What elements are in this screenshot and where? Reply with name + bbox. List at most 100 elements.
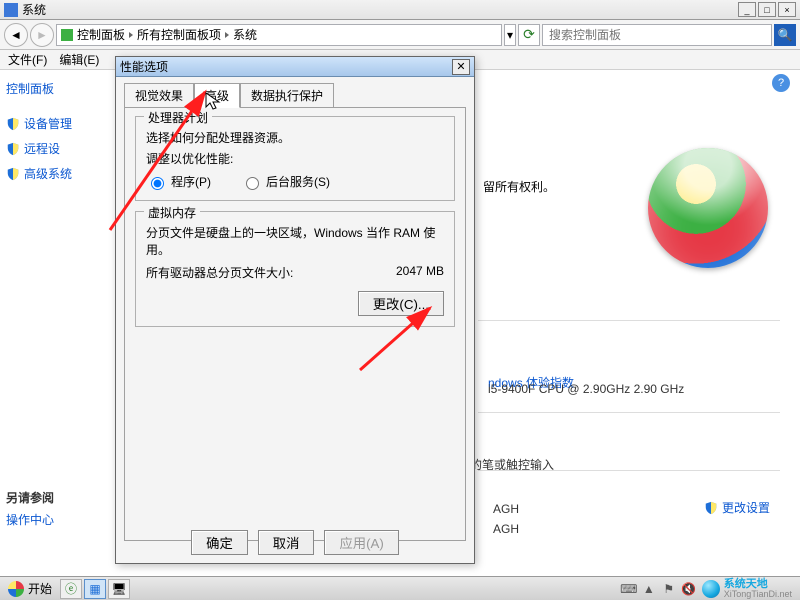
watermark-logo: 系统天地 XiTongTianDi.net bbox=[702, 579, 792, 599]
virtual-memory-group: 虚拟内存 分页文件是硬盘上的一块区域，Windows 当作 RAM 使用。 所有… bbox=[135, 211, 455, 327]
taskbar-app-3[interactable]: 🖥 bbox=[108, 579, 130, 599]
window-titlebar: 系统 _ □ × bbox=[0, 0, 800, 20]
shield-icon bbox=[6, 167, 20, 181]
breadcrumb-dropdown[interactable]: ▾ bbox=[504, 24, 516, 46]
breadcrumb[interactable]: 控制面板 所有控制面板项 系统 bbox=[56, 24, 502, 46]
remote-settings-link[interactable]: 远程设 bbox=[4, 136, 82, 161]
action-center-link[interactable]: 操作中心 bbox=[6, 511, 54, 528]
forward-icon: ► bbox=[36, 28, 48, 42]
processor-scheduling-title: 处理器计划 bbox=[144, 109, 212, 126]
apply-button[interactable]: 应用(A) bbox=[324, 530, 398, 555]
dialog-tabs: 视觉效果 高级 数据执行保护 bbox=[116, 77, 474, 107]
separator bbox=[478, 320, 780, 321]
windows-logo-icon bbox=[648, 148, 768, 268]
help-button[interactable]: ? bbox=[772, 74, 790, 92]
radio-programs-label: 程序(P) bbox=[171, 173, 211, 190]
control-panel-icon bbox=[61, 29, 73, 41]
window-controls: _ □ × bbox=[736, 2, 796, 17]
separator bbox=[478, 470, 780, 471]
radio-services-label: 后台服务(S) bbox=[266, 173, 330, 190]
radio-programs-input[interactable] bbox=[151, 177, 164, 190]
explorer-navbar: ◄ ► 控制面板 所有控制面板项 系统 ▾ ⟳ 🔍 bbox=[0, 20, 800, 50]
shield-icon bbox=[6, 117, 20, 131]
radio-services[interactable]: 后台服务(S) bbox=[241, 173, 330, 190]
rights-text: 留所有权利。 bbox=[483, 178, 555, 195]
vm-total-row: 所有驱动器总分页文件大小: 2047 MB bbox=[146, 264, 444, 281]
dialog-title: 性能选项 bbox=[120, 58, 168, 75]
processor-scheduling-desc: 选择如何分配处理器资源。 bbox=[146, 129, 444, 146]
back-button[interactable]: ◄ bbox=[4, 23, 28, 47]
back-icon: ◄ bbox=[10, 28, 22, 42]
app-icon bbox=[4, 3, 18, 17]
advanced-system-label: 高级系统 bbox=[24, 165, 72, 182]
system-icon: ▦ bbox=[89, 582, 100, 596]
dialog-button-row: 确定 取消 应用(A) bbox=[116, 530, 474, 555]
shield-icon bbox=[6, 142, 20, 156]
search-button[interactable]: 🔍 bbox=[774, 24, 796, 46]
full-name-value: AGH bbox=[493, 522, 519, 536]
vm-total-value: 2047 MB bbox=[396, 264, 444, 281]
computer-name-value: AGH bbox=[493, 502, 519, 516]
tray-volume-icon[interactable]: 🔇 bbox=[682, 582, 696, 596]
search-box[interactable] bbox=[542, 24, 772, 46]
display-icon: 🖥 bbox=[111, 582, 126, 596]
remote-settings-label: 远程设 bbox=[24, 140, 60, 157]
forward-button[interactable]: ► bbox=[30, 23, 54, 47]
separator bbox=[478, 412, 780, 413]
refresh-icon: ⟳ bbox=[523, 26, 535, 43]
see-also-label: 另请参阅 bbox=[6, 489, 54, 506]
tab-advanced[interactable]: 高级 bbox=[194, 83, 240, 108]
tray-chevron-icon[interactable]: ▲ bbox=[642, 582, 656, 596]
shield-icon bbox=[704, 501, 718, 515]
dialog-close-button[interactable]: ✕ bbox=[452, 59, 470, 75]
start-orb-icon bbox=[8, 581, 24, 597]
advanced-system-link[interactable]: 高级系统 bbox=[4, 161, 82, 186]
scheduling-radio-row: 程序(P) 后台服务(S) bbox=[146, 173, 444, 190]
radio-programs[interactable]: 程序(P) bbox=[146, 173, 211, 190]
taskbar-app-1[interactable]: ⓔ bbox=[60, 579, 82, 599]
change-settings-label: 更改设置 bbox=[722, 499, 770, 516]
window-title: 系统 bbox=[22, 1, 46, 18]
taskbar: 开始 ⓔ ▦ 🖥 ⌨ ▲ ⚑ 🔇 系统天地 XiTongTianDi.net bbox=[0, 576, 800, 600]
search-input[interactable] bbox=[547, 27, 767, 43]
taskbar-app-2[interactable]: ▦ bbox=[84, 579, 106, 599]
device-manager-link[interactable]: 设备管理 bbox=[4, 111, 82, 136]
breadcrumb-control-panel[interactable]: 控制面板 bbox=[77, 26, 125, 43]
start-button[interactable]: 开始 bbox=[2, 578, 58, 599]
virtual-memory-desc: 分页文件是硬盘上的一块区域，Windows 当作 RAM 使用。 bbox=[146, 224, 444, 258]
breadcrumb-system[interactable]: 系统 bbox=[233, 26, 257, 43]
processor-scheduling-group: 处理器计划 选择如何分配处理器资源。 调整以优化性能: 程序(P) 后台服务(S… bbox=[135, 116, 455, 201]
dialog-body: 处理器计划 选择如何分配处理器资源。 调整以优化性能: 程序(P) 后台服务(S… bbox=[124, 107, 466, 541]
refresh-button[interactable]: ⟳ bbox=[518, 24, 540, 46]
tray-keyboard-icon[interactable]: ⌨ bbox=[622, 582, 636, 596]
search-icon: 🔍 bbox=[778, 28, 793, 42]
help-icon: ? bbox=[778, 77, 784, 89]
maximize-button[interactable]: □ bbox=[758, 2, 776, 17]
breadcrumb-all-items[interactable]: 所有控制面板项 bbox=[137, 26, 221, 43]
watermark-text: 系统天地 XiTongTianDi.net bbox=[724, 579, 792, 599]
menu-edit[interactable]: 编辑(E) bbox=[55, 49, 103, 70]
ie-icon: ⓔ bbox=[65, 580, 77, 597]
close-button[interactable]: × bbox=[778, 2, 796, 17]
control-panel-home-link[interactable]: 控制面板 bbox=[4, 76, 82, 101]
virtual-memory-title: 虚拟内存 bbox=[144, 204, 200, 221]
change-vm-button[interactable]: 更改(C)... bbox=[358, 291, 444, 316]
device-manager-label: 设备管理 bbox=[24, 115, 72, 132]
start-label: 开始 bbox=[28, 580, 52, 597]
performance-options-dialog: 性能选项 ✕ 视觉效果 高级 数据执行保护 处理器计划 选择如何分配处理器资源。… bbox=[115, 56, 475, 564]
minimize-button[interactable]: _ bbox=[738, 2, 756, 17]
dialog-titlebar[interactable]: 性能选项 ✕ bbox=[116, 57, 474, 77]
ok-button[interactable]: 确定 bbox=[191, 530, 248, 555]
tab-visual-effects[interactable]: 视觉效果 bbox=[124, 83, 194, 108]
tab-dep[interactable]: 数据执行保护 bbox=[240, 83, 334, 108]
cancel-button[interactable]: 取消 bbox=[258, 530, 315, 555]
radio-services-input[interactable] bbox=[246, 177, 259, 190]
vm-total-label: 所有驱动器总分页文件大小: bbox=[146, 264, 293, 281]
change-settings-link[interactable]: 更改设置 bbox=[704, 499, 770, 516]
menu-file[interactable]: 文件(F) bbox=[4, 49, 51, 70]
adjust-label: 调整以优化性能: bbox=[146, 150, 444, 167]
watermark-orb-icon bbox=[702, 580, 720, 598]
chevron-right-icon bbox=[129, 32, 133, 38]
chevron-right-icon bbox=[225, 32, 229, 38]
tray-flag-icon[interactable]: ⚑ bbox=[662, 582, 676, 596]
